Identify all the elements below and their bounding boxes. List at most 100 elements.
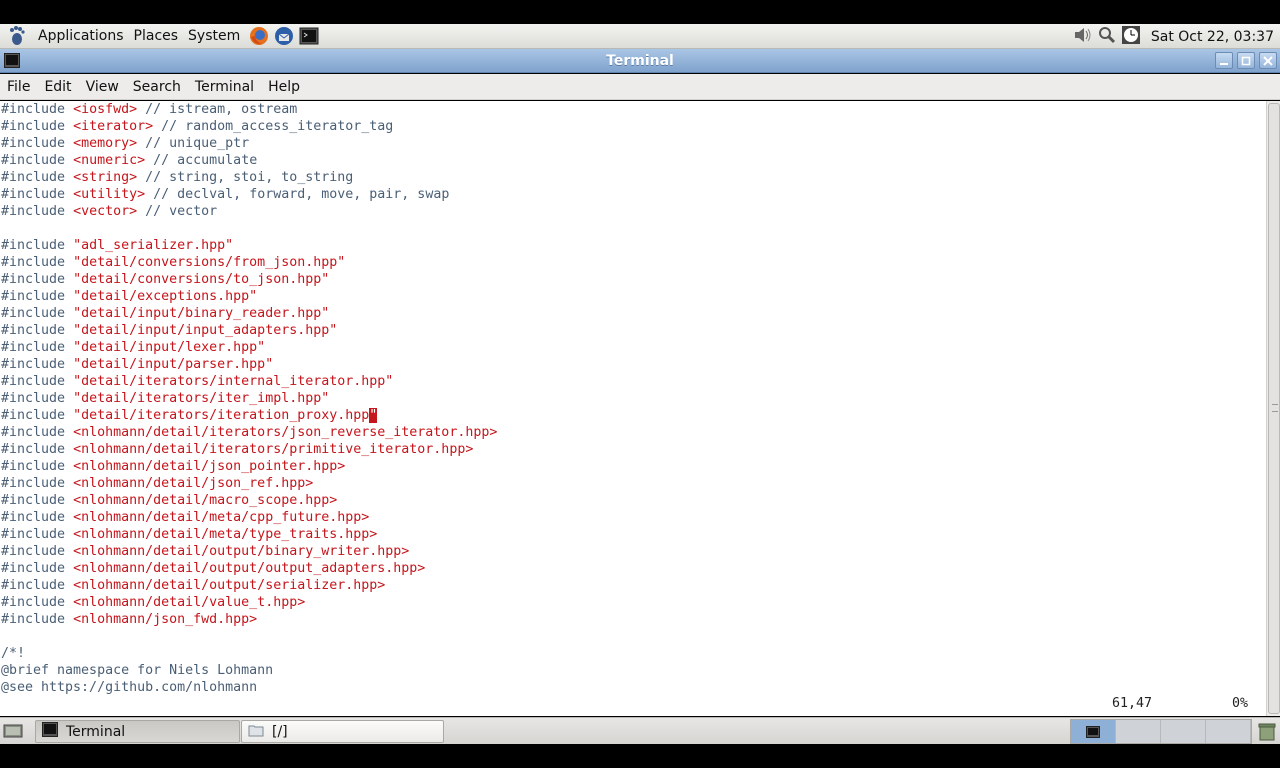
code-directive: #include	[1, 493, 74, 508]
code-line: #include <nlohmann/json_fwd.hpp>	[1, 611, 497, 628]
code-line: #include <numeric> // accumulate	[1, 152, 497, 169]
code-line: #include <iosfwd> // istream, ostream	[1, 101, 497, 118]
code-include-path: <nlohmann/detail/json_pointer.hpp>	[73, 459, 346, 474]
code-line: #include "detail/input/parser.hpp"	[1, 356, 497, 373]
clock[interactable]: Sat Oct 22, 03:37	[1151, 29, 1274, 45]
system-menu[interactable]: System	[183, 24, 245, 49]
code-line: #include <vector> // vector	[1, 203, 497, 220]
cursor-position: 61,47	[1112, 696, 1153, 711]
code-line: #include <utility> // declval, forward, …	[1, 186, 497, 203]
taskbar-terminal[interactable]: Terminal	[35, 720, 240, 743]
code-line: #include "detail/input/binary_reader.hpp…	[1, 305, 497, 322]
code-directive: #include	[1, 612, 74, 627]
code-line: #include <iterator> // random_access_ite…	[1, 118, 497, 135]
taskbar-file-browser-label: [/]	[272, 723, 288, 740]
menu-edit[interactable]: Edit	[37, 79, 78, 95]
applications-menu[interactable]: Applications	[33, 24, 129, 49]
code-include-path: "detail/input/parser.hpp"	[73, 357, 274, 372]
code-directive: #include	[1, 408, 74, 423]
code-directive: #include	[1, 442, 74, 457]
window-titlebar[interactable]: Terminal	[0, 49, 1280, 73]
menu-view[interactable]: View	[79, 79, 126, 95]
code-directive: #include	[1, 272, 74, 287]
bottom-panel: Terminal [/]	[0, 717, 1280, 744]
system-tray: Sat Oct 22, 03:37	[1073, 24, 1274, 49]
code-directive: #include	[1, 527, 74, 542]
code-include-path: <nlohmann/detail/iterators/primitive_ite…	[73, 442, 474, 457]
code-directive: @see https://github.com/nlohmann	[1, 680, 258, 695]
terminal-launcher-icon[interactable]	[298, 25, 320, 47]
taskbar-file-browser[interactable]: [/]	[241, 720, 444, 743]
clock-icon[interactable]	[1121, 25, 1141, 49]
terminal-content[interactable]: #include <iosfwd> // istream, ostream #in…	[0, 101, 1266, 716]
maximize-button[interactable]	[1237, 52, 1255, 69]
workspace-switcher[interactable]	[1070, 719, 1252, 744]
code-include-path: <nlohmann/detail/output/binary_writer.hp…	[73, 544, 410, 559]
places-menu[interactable]: Places	[129, 24, 184, 49]
code-include-path: "detail/iterators/internal_iterator.hpp"	[73, 374, 394, 389]
code-directive: #include	[1, 323, 74, 338]
code-comment: // random_access_iterator_tag	[153, 119, 394, 134]
gnome-foot-icon[interactable]	[6, 25, 28, 47]
workspace-2[interactable]	[1116, 720, 1161, 743]
code-line: #include <nlohmann/detail/output/binary_…	[1, 543, 497, 560]
code-include-path: "detail/iterators/iter_impl.hpp"	[73, 391, 330, 406]
trash-icon[interactable]	[1257, 721, 1277, 741]
code-directive: #include	[1, 544, 74, 559]
code-buffer: #include <iosfwd> // istream, ostream #in…	[1, 101, 497, 696]
code-line: #include "adl_serializer.hpp"	[1, 237, 497, 254]
code-line: #include <string> // string, stoi, to_st…	[1, 169, 497, 186]
scrollbar-grip	[1272, 404, 1278, 412]
code-line: #include "detail/input/lexer.hpp"	[1, 339, 497, 356]
code-include-path: <iterator>	[73, 119, 154, 134]
code-directive: #include	[1, 374, 74, 389]
workspace-1[interactable]	[1071, 720, 1116, 743]
code-include-path: "detail/conversions/to_json.hpp"	[73, 272, 330, 287]
thunderbird-icon[interactable]	[273, 25, 295, 47]
scrollbar-thumb[interactable]	[1268, 103, 1280, 714]
volume-icon[interactable]	[1073, 26, 1093, 48]
code-comment: // declval, forward, move, pair, swap	[145, 187, 450, 202]
code-line: #include <nlohmann/detail/output/seriali…	[1, 577, 497, 594]
firefox-icon[interactable]	[248, 25, 270, 47]
network-icon[interactable]	[1097, 26, 1117, 48]
code-include-path: <utility>	[73, 187, 146, 202]
code-include-path: "adl_serializer.hpp"	[73, 238, 234, 253]
code-include-path: <nlohmann/detail/meta/cpp_future.hpp>	[73, 510, 370, 525]
code-line: #include <memory> // unique_ptr	[1, 135, 497, 152]
code-include-path: <nlohmann/detail/output/output_adapters.…	[73, 561, 426, 576]
workspace-4[interactable]	[1206, 720, 1251, 743]
code-line: #include "detail/iterators/internal_iter…	[1, 373, 497, 390]
menu-help[interactable]: Help	[261, 79, 307, 95]
code-directive: #include	[1, 306, 74, 321]
workspace-3[interactable]	[1161, 720, 1206, 743]
menu-file[interactable]: File	[0, 79, 37, 95]
menu-search[interactable]: Search	[126, 79, 188, 95]
code-comment: // string, stoi, to_string	[137, 170, 354, 185]
code-line: #include "detail/iterators/iteration_pro…	[1, 407, 497, 424]
code-include-path: <vector>	[73, 204, 138, 219]
code-line: #include "detail/exceptions.hpp"	[1, 288, 497, 305]
code-include-path: "detail/input/binary_reader.hpp"	[73, 306, 330, 321]
code-directive: #include	[1, 510, 74, 525]
scrollbar[interactable]	[1266, 101, 1280, 716]
window-menu-icon[interactable]	[4, 53, 20, 68]
code-directive: #include	[1, 459, 74, 474]
code-line: #include "detail/input/input_adapters.hp…	[1, 322, 497, 339]
code-line: #include "detail/iterators/iter_impl.hpp…	[1, 390, 497, 407]
code-directive: #include	[1, 425, 74, 440]
code-include-path: "detail/input/input_adapters.hpp"	[73, 323, 338, 338]
code-line: #include <nlohmann/detail/macro_scope.hp…	[1, 492, 497, 509]
code-directive: /*!	[1, 646, 26, 661]
code-line: #include "detail/conversions/to_json.hpp…	[1, 271, 497, 288]
screen-top-border	[0, 0, 1280, 24]
minimize-button[interactable]	[1215, 52, 1233, 69]
code-include-path: <nlohmann/detail/value_t.hpp>	[73, 595, 306, 610]
code-include-path: <nlohmann/detail/iterators/json_reverse_…	[73, 425, 498, 440]
menu-terminal[interactable]: Terminal	[188, 79, 261, 95]
show-desktop-icon[interactable]	[2, 721, 24, 741]
code-line: #include <nlohmann/detail/json_pointer.h…	[1, 458, 497, 475]
code-comment: // istream, ostream	[137, 102, 298, 117]
close-button[interactable]	[1259, 52, 1277, 69]
